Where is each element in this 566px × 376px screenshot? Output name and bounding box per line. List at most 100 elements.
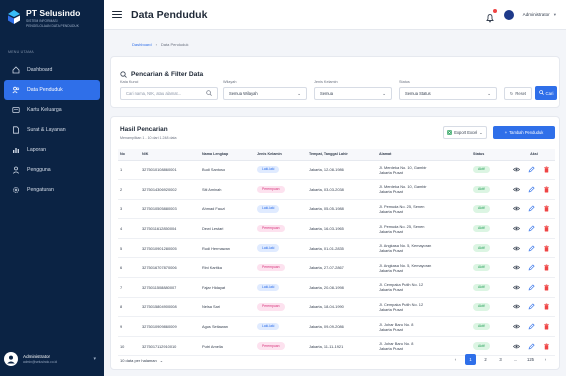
cell-actions <box>511 316 555 337</box>
breadcrumb-home[interactable]: Dashboard <box>132 42 152 47</box>
admin-avatar[interactable] <box>503 9 514 20</box>
export-excel-button[interactable]: Export Excel ⌄ <box>443 126 487 139</box>
cell-no: 1 <box>118 160 140 181</box>
address-line-2: Jakarta Pusat <box>379 287 403 293</box>
column-header[interactable]: Tempat, Tanggal Lahir <box>307 149 377 161</box>
delete-trash-icon[interactable] <box>543 264 550 271</box>
delete-trash-icon[interactable] <box>543 205 550 212</box>
delete-trash-icon[interactable] <box>543 323 550 330</box>
admin-name[interactable]: Administrator <box>523 12 550 17</box>
cell-nama: Agus Setiawan <box>200 316 255 337</box>
edit-pencil-icon[interactable] <box>528 343 535 350</box>
refresh-icon: ↻ <box>509 91 514 96</box>
brand-title: PT Selusindo <box>26 8 81 18</box>
cell-actions <box>511 238 555 259</box>
sidebar-item-label: Pengaturan <box>27 187 54 194</box>
delete-trash-icon[interactable] <box>543 166 550 173</box>
delete-trash-icon[interactable] <box>543 186 550 193</box>
view-eye-icon[interactable] <box>513 166 520 173</box>
status-select[interactable]: Semua Status ⌄ <box>399 87 497 100</box>
edit-pencil-icon[interactable] <box>528 323 535 330</box>
chevron-down-icon[interactable]: ▾ <box>554 12 556 18</box>
delete-trash-icon[interactable] <box>543 284 550 291</box>
page-button[interactable]: 125 <box>525 354 536 365</box>
address-line-2: Jakarta Pusat <box>379 248 403 254</box>
column-header[interactable]: NIK <box>140 149 200 161</box>
hamburger-menu-icon[interactable] <box>112 10 122 19</box>
view-eye-icon[interactable] <box>513 186 520 193</box>
sidebar-item-kartu-keluarga[interactable]: Kartu Keluarga <box>4 100 100 120</box>
cell-no: 8 <box>118 297 140 318</box>
sidebar-item-pengguna[interactable]: Pengguna <box>4 160 100 180</box>
search-input[interactable]: Cari nama, NIK, atau alamat... <box>120 87 218 100</box>
gender-select[interactable]: Semua ⌄ <box>314 87 392 100</box>
cell-actions <box>511 257 555 279</box>
edit-pencil-icon[interactable] <box>528 205 535 212</box>
next-page-button[interactable]: › <box>540 354 551 365</box>
cell-nik: 3275010108860001 <box>140 160 200 181</box>
edit-pencil-icon[interactable] <box>528 245 535 252</box>
cell-gender: Laki-laki <box>255 199 307 220</box>
delete-trash-icon[interactable] <box>543 225 550 232</box>
page-button[interactable]: 3 <box>495 354 506 365</box>
sidebar-item-pengaturan[interactable]: Pengaturan <box>4 180 100 200</box>
card-icon <box>12 106 20 114</box>
view-eye-icon[interactable] <box>513 284 520 291</box>
edit-pencil-icon[interactable] <box>528 303 535 310</box>
gender-value: Semua <box>320 91 333 96</box>
page-button[interactable]: 2 <box>480 354 491 365</box>
view-eye-icon[interactable] <box>513 205 520 212</box>
page-size-select[interactable]: 10 data per halaman ⌄ <box>120 358 163 363</box>
search-button-label: Cari <box>545 90 554 96</box>
search-button[interactable]: Cari <box>535 86 557 100</box>
cell-gender: Perempuan <box>255 218 307 239</box>
edit-pencil-icon[interactable] <box>528 166 535 173</box>
status-badge: Aktif <box>473 342 490 350</box>
edit-pencil-icon[interactable] <box>528 225 535 232</box>
edit-pencil-icon[interactable] <box>528 284 535 291</box>
gender-badge: Laki-laki <box>257 205 280 213</box>
delete-trash-icon[interactable] <box>543 343 550 350</box>
view-eye-icon[interactable] <box>513 323 520 330</box>
page-size-value: 10 data per halaman <box>120 358 157 363</box>
view-eye-icon[interactable] <box>513 225 520 232</box>
column-header: Aksi <box>511 149 555 161</box>
edit-pencil-icon[interactable] <box>528 264 535 271</box>
chevron-down-icon: ⌄ <box>487 90 491 96</box>
cell-alamat: Jl. Merdeka No. 10, Gambir Jakarta Pusat <box>377 179 471 200</box>
delete-trash-icon[interactable] <box>543 303 550 310</box>
cell-nama: Nelsa Sari <box>200 297 255 318</box>
gender-badge: Perempuan <box>257 342 285 350</box>
cell-ttl: Jakarta, 20-08-1998 <box>307 277 377 298</box>
gender-badge: Perempuan <box>257 264 285 272</box>
view-eye-icon[interactable] <box>513 245 520 252</box>
table-row: 4 3275011612850004 Dewi Lestari Perempuan Ja… <box>118 218 555 239</box>
wilayah-select[interactable]: Semua Wilayah ⌄ <box>223 87 307 100</box>
page-button[interactable]: 1 <box>465 354 476 365</box>
edit-pencil-icon[interactable] <box>528 186 535 193</box>
reset-button[interactable]: ↻ Reset <box>504 87 532 100</box>
view-eye-icon[interactable] <box>513 303 520 310</box>
sidebar-user[interactable]: Administrator admin@selusindo.co.id ▾ <box>4 350 100 368</box>
prev-page-button[interactable]: ‹ <box>450 354 461 365</box>
residents-table: No NIK Nama Lengkap Jenis Kelamin Tempat… <box>118 149 555 357</box>
column-header[interactable]: Jenis Kelamin <box>255 149 307 161</box>
view-eye-icon[interactable] <box>513 343 520 350</box>
menu-section-title: MENU UTAMA <box>8 50 34 55</box>
column-header[interactable]: Nama Lengkap <box>200 149 255 161</box>
sidebar-item-dashboard[interactable]: Dashboard <box>4 60 100 80</box>
sidebar-item-data-penduduk[interactable]: Data Penduduk <box>4 80 100 101</box>
cell-gender: Laki-laki <box>255 316 307 337</box>
sidebar-item-label: Pengguna <box>27 167 51 174</box>
column-header[interactable]: No <box>118 149 140 161</box>
column-header[interactable]: Status <box>471 149 511 161</box>
view-eye-icon[interactable] <box>513 264 520 271</box>
status-badge: Aktif <box>473 264 490 272</box>
label-status: Status <box>399 80 410 84</box>
bell-icon[interactable] <box>485 8 497 22</box>
column-header[interactable]: Alamat <box>377 149 471 161</box>
sidebar-item-surat-layanan[interactable]: Surat & Layanan <box>4 120 100 140</box>
add-resident-button[interactable]: + Tambah Penduduk <box>493 126 555 139</box>
delete-trash-icon[interactable] <box>543 245 550 252</box>
sidebar-item-laporan[interactable]: Laporan <box>4 140 100 160</box>
